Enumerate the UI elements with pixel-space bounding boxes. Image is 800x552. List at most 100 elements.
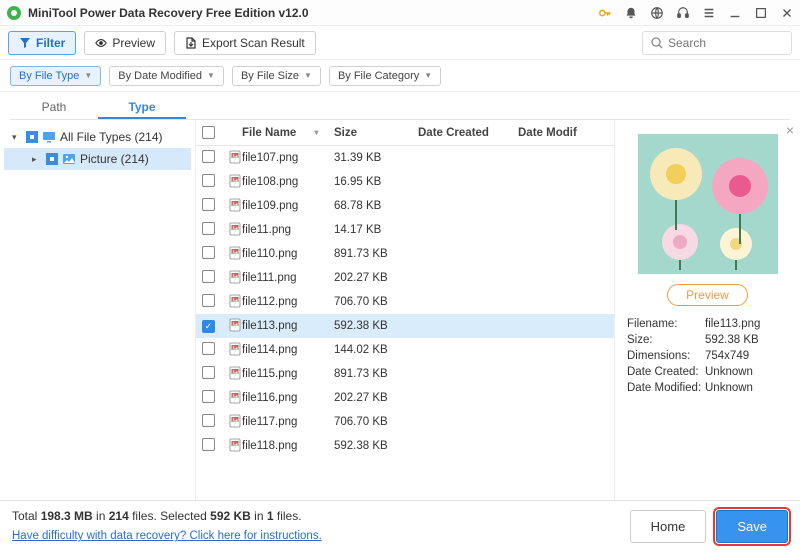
home-button[interactable]: Home xyxy=(630,510,707,543)
chip-file-size[interactable]: By File Size▼ xyxy=(232,66,321,86)
table-row[interactable]: file110.png891.73 KB xyxy=(196,242,614,266)
image-file-icon xyxy=(228,270,242,284)
chevron-right-icon: ▸ xyxy=(32,154,42,165)
table-row[interactable]: file114.png144.02 KB xyxy=(196,338,614,362)
file-name: file113.png xyxy=(242,320,334,332)
chip-file-type[interactable]: By File Type▼ xyxy=(10,66,101,86)
file-size: 144.02 KB xyxy=(334,344,418,356)
tabs: Path Type xyxy=(10,92,790,120)
column-size[interactable]: Size xyxy=(334,127,418,139)
file-name: file118.png xyxy=(242,440,334,452)
close-preview-icon[interactable]: × xyxy=(786,122,794,138)
chevron-down-icon: ▼ xyxy=(304,71,312,80)
search-input[interactable] xyxy=(668,36,778,50)
image-file-icon xyxy=(228,222,242,236)
minimize-icon[interactable] xyxy=(728,6,742,20)
filter-button[interactable]: Filter xyxy=(8,31,76,55)
file-name: file109.png xyxy=(242,200,334,212)
save-button[interactable]: Save xyxy=(716,510,788,543)
row-checkbox[interactable] xyxy=(202,150,215,163)
chip-date-modified[interactable]: By Date Modified▼ xyxy=(109,66,224,86)
file-size: 891.73 KB xyxy=(334,368,418,380)
tree-root[interactable]: ▾ All File Types (214) xyxy=(4,126,191,148)
column-modified[interactable]: Date Modif xyxy=(518,127,608,139)
file-size: 706.70 KB xyxy=(334,296,418,308)
file-size: 202.27 KB xyxy=(334,272,418,284)
image-file-icon xyxy=(228,390,242,404)
table-row[interactable]: file118.png592.38 KB xyxy=(196,434,614,458)
row-checkbox[interactable] xyxy=(202,320,215,333)
table-row[interactable]: file109.png68.78 KB xyxy=(196,194,614,218)
chip-file-category[interactable]: By File Category▼ xyxy=(329,66,441,86)
toolbar: Filter Preview Export Scan Result xyxy=(0,26,800,60)
sort-icon: ▾ xyxy=(314,128,318,137)
preview-button[interactable]: Preview xyxy=(84,31,166,55)
export-button[interactable]: Export Scan Result xyxy=(174,31,316,55)
filter-bar: By File Type▼ By Date Modified▼ By File … xyxy=(0,60,800,92)
file-name: file116.png xyxy=(242,392,334,404)
export-label: Export Scan Result xyxy=(202,36,305,50)
row-checkbox[interactable] xyxy=(202,174,215,187)
bell-icon[interactable] xyxy=(624,6,638,20)
image-file-icon xyxy=(228,294,242,308)
chevron-down-icon: ▼ xyxy=(207,71,215,80)
column-created[interactable]: Date Created xyxy=(418,127,518,139)
search-box[interactable] xyxy=(642,31,792,55)
tab-path[interactable]: Path xyxy=(10,96,98,119)
table-row[interactable]: file116.png202.27 KB xyxy=(196,386,614,410)
preview-open-button[interactable]: Preview xyxy=(667,284,748,306)
preview-label: Preview xyxy=(112,36,155,50)
row-checkbox[interactable] xyxy=(202,366,215,379)
tree-picture[interactable]: ▸ Picture (214) xyxy=(4,148,191,170)
table-row[interactable]: file108.png16.95 KB xyxy=(196,170,614,194)
titlebar: MiniTool Power Data Recovery Free Editio… xyxy=(0,0,800,26)
file-list-header: File Name▾ Size Date Created Date Modif xyxy=(196,120,614,146)
table-row[interactable]: file113.png592.38 KB xyxy=(196,314,614,338)
file-list: File Name▾ Size Date Created Date Modif … xyxy=(195,120,615,500)
preview-meta: Filename:file113.png Size:592.38 KB Dime… xyxy=(627,318,788,394)
table-row[interactable]: file112.png706.70 KB xyxy=(196,290,614,314)
row-checkbox[interactable] xyxy=(202,390,215,403)
table-row[interactable]: file117.png706.70 KB xyxy=(196,410,614,434)
row-checkbox[interactable] xyxy=(202,294,215,307)
image-file-icon xyxy=(228,150,242,164)
picture-icon xyxy=(62,152,76,166)
table-row[interactable]: file11.png14.17 KB xyxy=(196,218,614,242)
table-row[interactable]: file111.png202.27 KB xyxy=(196,266,614,290)
globe-icon[interactable] xyxy=(650,6,664,20)
tab-type[interactable]: Type xyxy=(98,96,186,119)
key-icon[interactable] xyxy=(598,6,612,20)
table-row[interactable]: file115.png891.73 KB xyxy=(196,362,614,386)
checkbox-icon[interactable] xyxy=(46,153,58,165)
row-checkbox[interactable] xyxy=(202,342,215,355)
row-checkbox[interactable] xyxy=(202,198,215,211)
row-checkbox[interactable] xyxy=(202,222,215,235)
checkbox-icon[interactable] xyxy=(26,131,38,143)
column-name[interactable]: File Name▾ xyxy=(242,127,334,139)
image-file-icon xyxy=(228,246,242,260)
file-size: 202.27 KB xyxy=(334,392,418,404)
close-icon[interactable] xyxy=(780,6,794,20)
row-checkbox[interactable] xyxy=(202,438,215,451)
select-all-checkbox[interactable] xyxy=(202,126,215,139)
file-name: file107.png xyxy=(242,152,334,164)
file-name: file112.png xyxy=(242,296,334,308)
file-name: file111.png xyxy=(242,272,334,284)
table-row[interactable]: file107.png31.39 KB xyxy=(196,146,614,170)
menu-icon[interactable] xyxy=(702,6,716,20)
file-name: file117.png xyxy=(242,416,334,428)
image-file-icon xyxy=(228,174,242,188)
image-file-icon xyxy=(228,342,242,356)
tree-picture-label: Picture (214) xyxy=(80,152,149,166)
preview-thumbnail xyxy=(638,134,778,274)
row-checkbox[interactable] xyxy=(202,246,215,259)
file-size: 891.73 KB xyxy=(334,248,418,260)
maximize-icon[interactable] xyxy=(754,6,768,20)
row-checkbox[interactable] xyxy=(202,270,215,283)
filter-icon xyxy=(19,37,31,49)
help-link[interactable]: Have difficulty with data recovery? Clic… xyxy=(12,530,322,542)
preview-panel: × Preview Filename:file113.png Size:592.… xyxy=(615,120,800,500)
file-list-body[interactable]: file107.png31.39 KBfile108.png16.95 KBfi… xyxy=(196,146,614,500)
row-checkbox[interactable] xyxy=(202,414,215,427)
headset-icon[interactable] xyxy=(676,6,690,20)
